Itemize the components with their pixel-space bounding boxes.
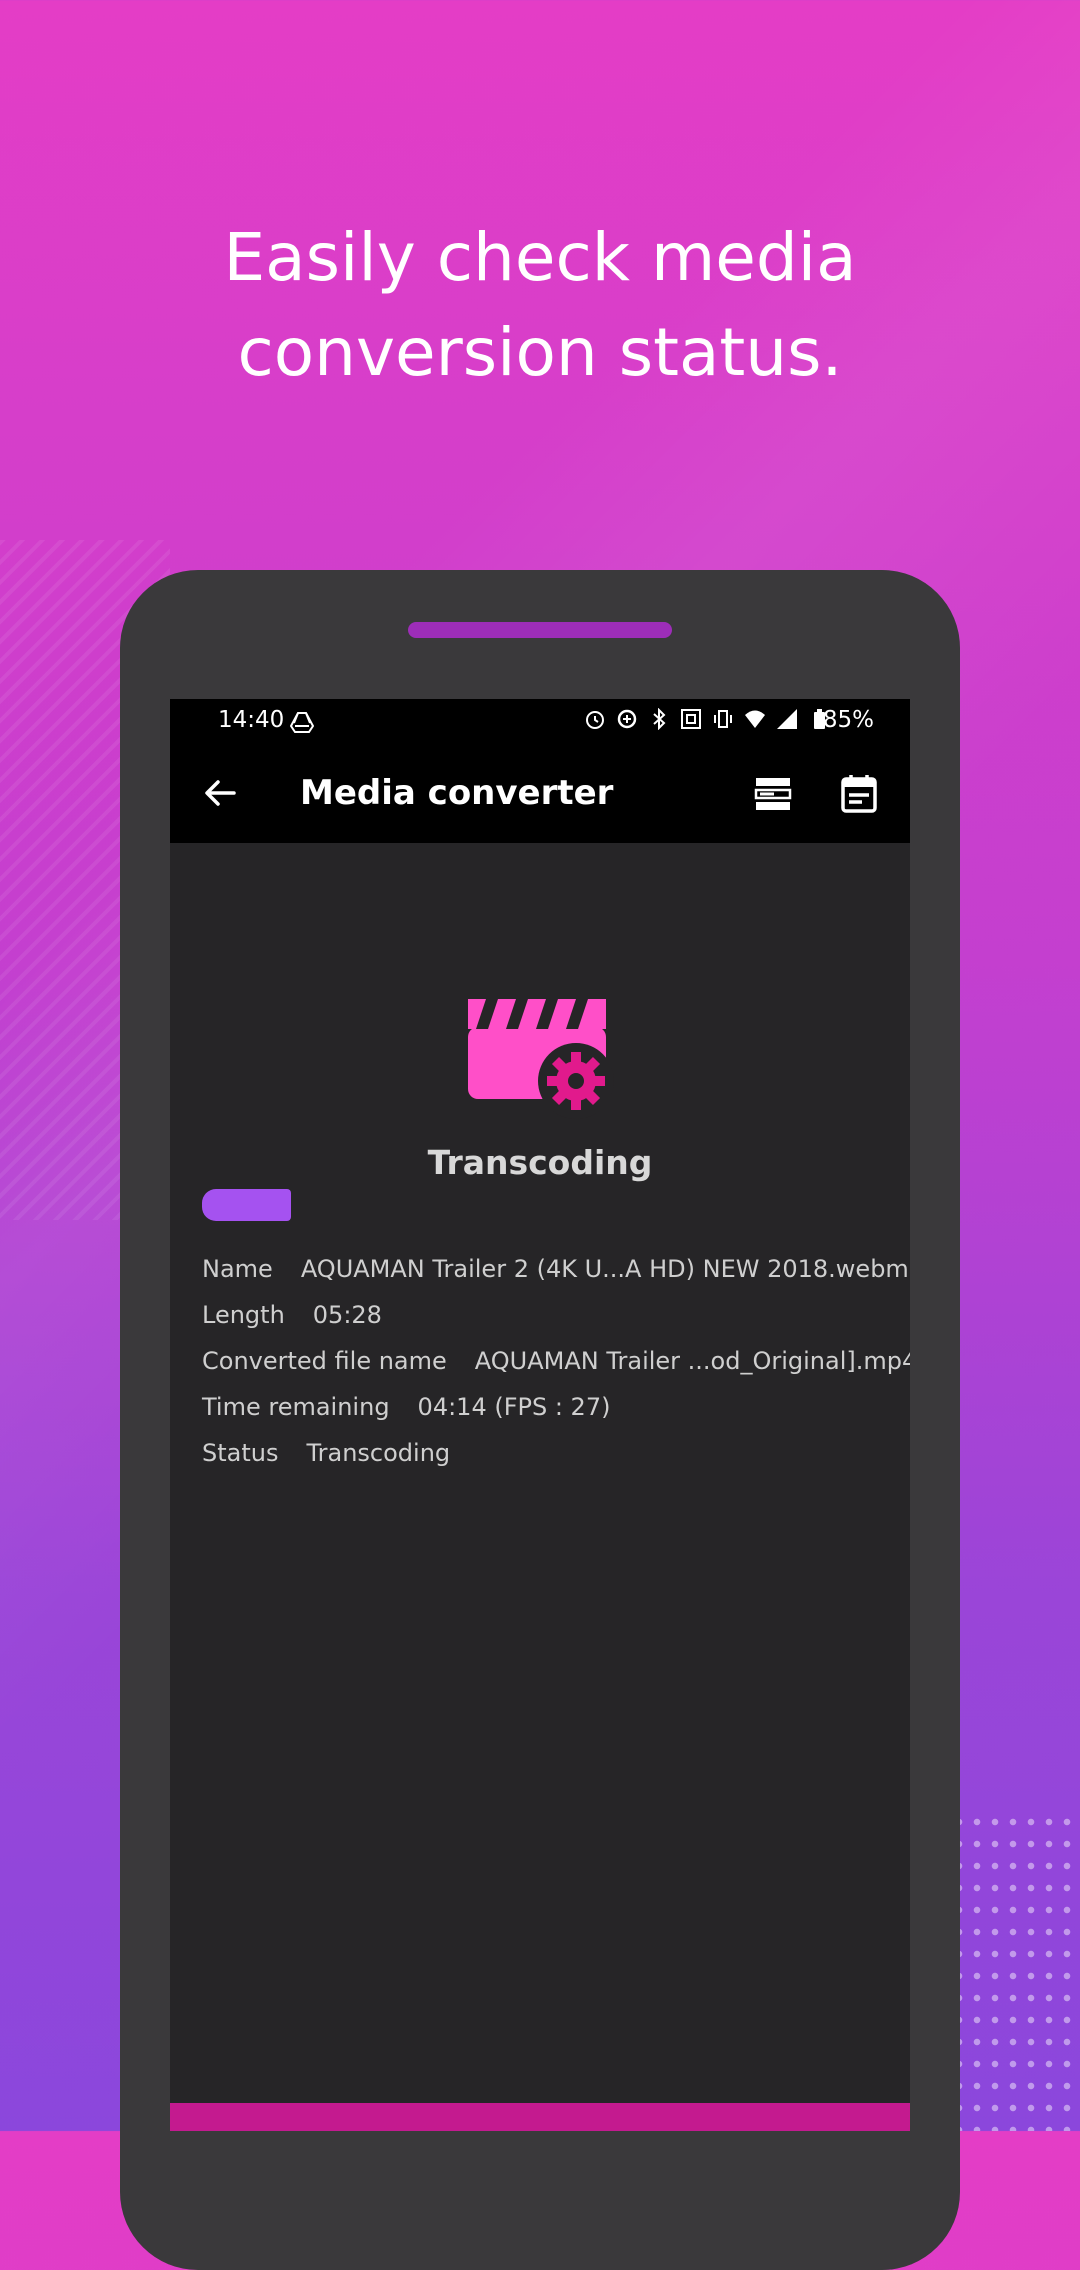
promo-headline: Easily check media conversion status. <box>0 210 1080 400</box>
detail-label: Name <box>202 1255 273 1283</box>
vibrate-icon <box>712 708 734 730</box>
queue-list-icon[interactable] <box>754 775 792 813</box>
headline-line-2: conversion status. <box>237 314 843 391</box>
status-bar: 14:40 85% <box>170 699 910 745</box>
back-arrow-icon[interactable] <box>200 773 240 813</box>
conversion-progress-bar <box>202 1189 291 1221</box>
detail-row-time-remaining: Time remaining 04:14 (FPS : 27) <box>202 1393 910 1439</box>
phone-screen: 14:40 85% Media converter Transcoding Na… <box>170 699 910 2131</box>
bottom-action-bar[interactable] <box>170 2103 910 2131</box>
calendar-icon[interactable] <box>840 773 878 813</box>
status-time: 14:40 <box>218 707 285 733</box>
drive-icon <box>290 712 314 733</box>
detail-value: 05:28 <box>312 1301 382 1329</box>
detail-value: AQUAMAN Trailer ...od_Original].mp4 <box>474 1347 910 1375</box>
background-dots <box>950 1811 1080 2131</box>
alarm-icon <box>584 708 606 730</box>
battery-percent: 85% <box>822 707 874 733</box>
detail-row-status: Status Transcoding <box>202 1439 910 1485</box>
detail-label: Length <box>202 1301 285 1329</box>
nfc-icon <box>680 708 702 730</box>
detail-label: Converted file name <box>202 1347 447 1375</box>
headline-line-1: Easily check media <box>223 219 857 296</box>
conversion-details: Name AQUAMAN Trailer 2 (4K U...A HD) NEW … <box>202 1255 910 1485</box>
app-bar: Media converter <box>170 745 910 843</box>
detail-value: 04:14 (FPS : 27) <box>417 1393 611 1421</box>
detail-label: Time remaining <box>202 1393 390 1421</box>
detail-row-length: Length 05:28 <box>202 1301 910 1347</box>
detail-label: Status <box>202 1439 279 1467</box>
wifi-icon <box>744 708 766 730</box>
data-saver-icon <box>616 708 638 730</box>
detail-value: AQUAMAN Trailer 2 (4K U...A HD) NEW 2018… <box>300 1255 909 1283</box>
conversion-status-title: Transcoding <box>427 1143 653 1182</box>
bluetooth-icon <box>648 707 670 731</box>
phone-speaker <box>408 622 672 638</box>
detail-value: Transcoding <box>306 1439 451 1467</box>
detail-row-name: Name AQUAMAN Trailer 2 (4K U...A HD) NEW … <box>202 1255 910 1301</box>
page-title: Media converter <box>300 773 614 813</box>
signal-icon <box>776 708 798 730</box>
detail-row-converted-file-name: Converted file name AQUAMAN Trailer ...od… <box>202 1347 910 1393</box>
status-icons <box>584 707 830 731</box>
clapperboard-gear-icon <box>468 999 614 1119</box>
